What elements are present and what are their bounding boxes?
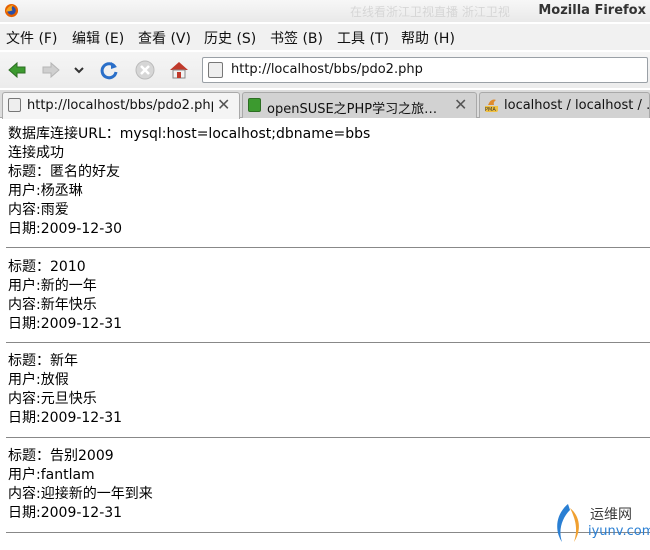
post-title: 标题：匿名的好友 <box>8 164 120 180</box>
page-content: 数据库连接URL：mysql:host=localhost;dbname=bbs… <box>0 120 650 550</box>
menu-view[interactable]: 查看 (V) <box>138 28 191 48</box>
close-icon[interactable]: ✕ <box>454 96 467 114</box>
close-icon[interactable]: ✕ <box>217 96 230 114</box>
window-title: Mozilla Firefox <box>538 3 646 18</box>
divider <box>6 437 650 438</box>
firefox-logo-icon <box>4 3 19 18</box>
post-user: 用户:fantlam <box>8 467 95 483</box>
address-bar[interactable] <box>202 57 648 83</box>
tab-label: http://localhost/bbs/pdo2.php <box>27 98 213 113</box>
phpmyadmin-icon: PMA <box>485 99 498 112</box>
opensuse-favicon-icon <box>248 98 261 112</box>
tab-pdo2[interactable]: http://localhost/bbs/pdo2.php ✕ <box>2 92 240 119</box>
url-input[interactable] <box>231 62 631 77</box>
watermark-domain: iyunv.com <box>588 524 650 539</box>
svg-text:PMA: PMA <box>485 107 496 112</box>
watermark-text: 运维网 <box>590 507 632 523</box>
divider <box>6 342 650 343</box>
menu-bar: 文件 (F) 编辑 (E) 查看 (V) 历史 (S) 书签 (B) 工具 (T… <box>0 24 650 50</box>
post-user: 用户:杨丞琳 <box>8 183 83 199</box>
post-title: 标题：2010 <box>8 259 86 275</box>
menu-bookmarks[interactable]: 书签 (B) <box>270 28 323 48</box>
post-title: 标题：告别2009 <box>8 448 114 464</box>
menu-file[interactable]: 文件 (F) <box>6 28 57 48</box>
chevron-down-icon[interactable] <box>72 59 86 81</box>
title-bar: 在线看浙江卫视直播 浙江卫视 Mozilla Firefox <box>0 0 650 22</box>
post-date: 日期:2009-12-30 <box>8 221 123 237</box>
page-identity-icon[interactable] <box>208 62 223 78</box>
menu-help[interactable]: 帮助 (H) <box>401 28 455 48</box>
page-icon <box>8 98 21 112</box>
post-date: 日期:2009-12-31 <box>8 410 123 426</box>
tab-opensuse[interactable]: openSUSE之PHP学习之旅… ✕ <box>242 92 477 118</box>
menu-tools[interactable]: 工具 (T) <box>337 28 389 48</box>
back-arrow-icon[interactable] <box>6 59 28 81</box>
menu-edit[interactable]: 编辑 (E) <box>72 28 124 48</box>
tab-phpmyadmin[interactable]: PMA localhost / localhost / … <box>479 92 650 118</box>
post-user: 用户:新的一年 <box>8 278 97 294</box>
post-content: 内容:迎接新的一年到来 <box>8 486 153 502</box>
post-date: 日期:2009-12-31 <box>8 505 123 521</box>
ghost-title-text: 在线看浙江卫视直播 浙江卫视 <box>350 5 510 19</box>
tab-label: localhost / localhost / … <box>504 98 649 113</box>
connection-status-text: 连接成功 <box>8 145 64 161</box>
post-user: 用户:放假 <box>8 372 69 388</box>
menu-history[interactable]: 历史 (S) <box>204 28 256 48</box>
tab-label: openSUSE之PHP学习之旅… <box>267 102 438 117</box>
post-content: 内容:新年快乐 <box>8 297 97 313</box>
watermark: 运维网 iyunv.com <box>548 500 650 548</box>
post-title: 标题：新年 <box>8 353 78 369</box>
divider <box>6 247 650 248</box>
tab-bar: http://localhost/bbs/pdo2.php ✕ openSUSE… <box>0 90 650 119</box>
stop-icon[interactable] <box>134 59 156 81</box>
post-date: 日期:2009-12-31 <box>8 316 123 332</box>
watermark-logo-icon <box>557 504 579 542</box>
home-icon[interactable] <box>168 59 190 81</box>
connection-url-text: 数据库连接URL：mysql:host=localhost;dbname=bbs <box>8 126 371 142</box>
post-content: 内容:元旦快乐 <box>8 391 97 407</box>
reload-icon[interactable] <box>98 59 120 81</box>
forward-arrow-icon[interactable] <box>40 59 62 81</box>
post-content: 内容:雨爱 <box>8 202 69 218</box>
